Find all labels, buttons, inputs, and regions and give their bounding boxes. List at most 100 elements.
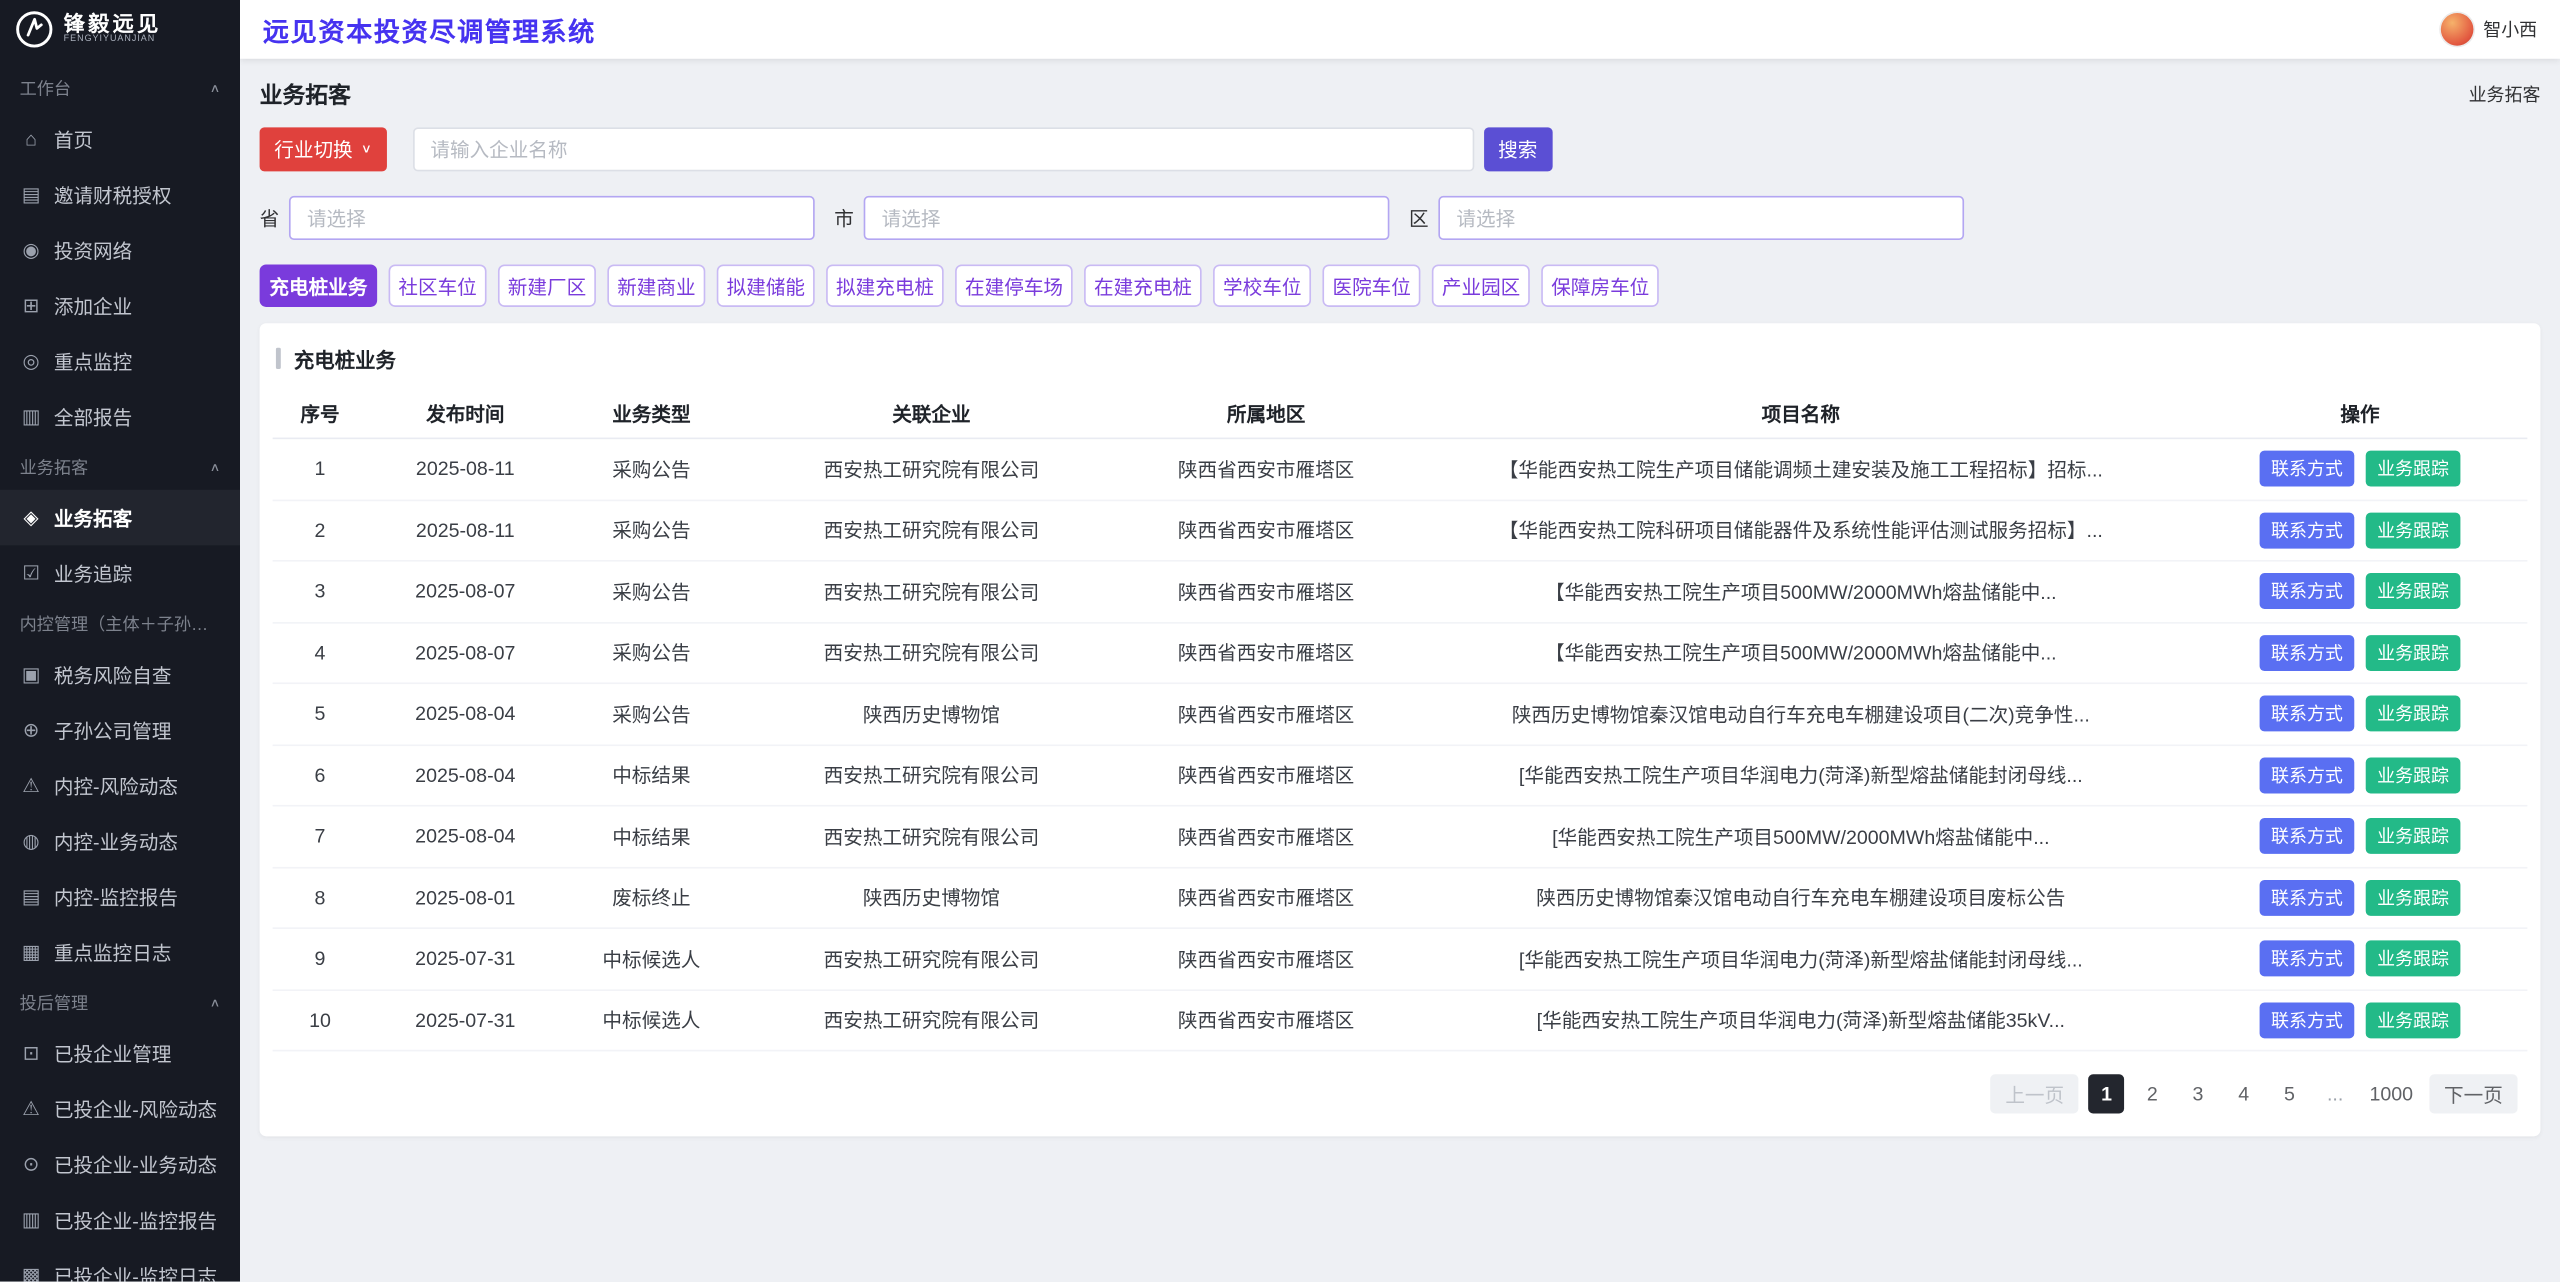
category-tab-affordable-housing-parking[interactable]: 保障房车位	[1542, 264, 1660, 306]
table-row: 8 2025-08-01 废标终止 陕西历史博物馆 陕西省西安市雁塔区 陕西历史…	[273, 868, 2528, 929]
sidebar-entry-key-monitoring[interactable]: ◎ 重点监控	[0, 333, 240, 389]
category-tab-planned-energy-storage[interactable]: 拟建储能	[717, 264, 815, 306]
table-row: 4 2025-08-07 采购公告 西安热工研究院有限公司 陕西省西安市雁塔区 …	[273, 623, 2528, 684]
pager-button-page-4[interactable]: 4	[2226, 1074, 2262, 1113]
track-button[interactable]: 业务跟踪	[2366, 757, 2461, 793]
sidebar-entry-invested-monitor-log[interactable]: ▩ 已投企业-监控日志	[0, 1247, 240, 1282]
contact-button[interactable]: 联系方式	[2260, 512, 2355, 548]
sidebar-entry-invested-monitor-report[interactable]: ▥ 已投企业-监控报告	[0, 1192, 240, 1248]
track-button[interactable]: 业务跟踪	[2366, 818, 2461, 854]
search-row: 行业切换 ∨ 搜索	[240, 127, 2560, 171]
sidebar-entry-post-investment-section[interactable]: 投后管理 ∧	[0, 980, 240, 1026]
user-menu[interactable]: 智小西	[2441, 13, 2537, 46]
sidebar-entry-internal-control-section[interactable]: 内控管理（主体＋子孙公司）	[0, 601, 240, 647]
cell-project-name: 陕西历史博物馆秦汉馆电动自行车充电车棚建设项目(二次)竞争性...	[1409, 700, 2193, 728]
sidebar-entry-workbench-section[interactable]: 工作台 ∧	[0, 65, 240, 111]
province-select[interactable]	[289, 196, 815, 240]
sidebar-entry-business-tracking[interactable]: ☑ 业务追踪	[0, 545, 240, 601]
contact-button[interactable]: 联系方式	[2260, 941, 2355, 977]
contact-button[interactable]: 联系方式	[2260, 635, 2355, 671]
cell-publish-date: 2025-08-07	[367, 580, 563, 603]
pager-button-page-1000[interactable]: 1000	[2363, 1074, 2420, 1113]
cell-region: 陕西省西安市雁塔区	[1123, 822, 1409, 850]
pager-button-next[interactable]: 下一页	[2429, 1074, 2517, 1113]
sidebar-entry-all-reports[interactable]: ▥ 全部报告	[0, 389, 240, 445]
category-tab-community-parking[interactable]: 社区车位	[389, 264, 487, 306]
sidebar-entry-invested-business-dynamics[interactable]: ⊙ 已投企业-业务动态	[0, 1136, 240, 1192]
cell-actions: 联系方式 业务跟踪	[2193, 451, 2528, 487]
logo[interactable]: 锋毅远见 FENGYIYUANJIAN	[0, 0, 240, 59]
sidebar-entry-ic-risk-dynamics[interactable]: ⚠ 内控-风险动态	[0, 758, 240, 814]
sidebar-entry-key-monitor-log[interactable]: ▦ 重点监控日志	[0, 924, 240, 980]
contact-button[interactable]: 联系方式	[2260, 696, 2355, 732]
cell-company: 西安热工研究院有限公司	[740, 455, 1124, 483]
sidebar-entry-label: 已投企业-风险动态	[54, 1095, 217, 1123]
pager-button-page-5[interactable]: 5	[2271, 1074, 2307, 1113]
category-tab-industrial-park[interactable]: 产业园区	[1432, 264, 1530, 306]
search-button[interactable]: 搜索	[1483, 127, 1552, 171]
cell-actions: 联系方式 业务跟踪	[2193, 757, 2528, 793]
chevron-up-icon: ∧	[210, 995, 221, 1009]
sidebar-entry-invested-management[interactable]: ⊡ 已投企业管理	[0, 1025, 240, 1081]
pager-button-page-3[interactable]: 3	[2180, 1074, 2216, 1113]
sidebar-entry-label: 已投企业-监控日志	[54, 1261, 217, 1282]
sidebar-entry-label: 业务拓客	[20, 455, 89, 479]
sidebar-entry-icon: ◈	[20, 506, 43, 529]
content-column: 远见资本投资尽调管理系统 智小西 业务拓客 业务拓客 行业切换 ∨ 搜索	[240, 0, 2560, 1282]
sidebar-entry-label: 内控-风险动态	[54, 771, 178, 799]
category-tab-charging-under-construction[interactable]: 在建充电桩	[1084, 264, 1202, 306]
sidebar-entry-icon: ▥	[20, 405, 43, 428]
category-tab-planned-charging-pile[interactable]: 拟建充电桩	[826, 264, 944, 306]
pager-button-page-2[interactable]: 2	[2134, 1074, 2170, 1113]
column-header: 项目名称	[1409, 400, 2193, 428]
sidebar-entry-add-company[interactable]: ⊞ 添加企业	[0, 278, 240, 334]
track-button[interactable]: 业务跟踪	[2366, 573, 2461, 609]
contact-button[interactable]: 联系方式	[2260, 880, 2355, 916]
sidebar-entry-ic-monitor-report[interactable]: ▤ 内控-监控报告	[0, 869, 240, 925]
district-filter: 区	[1409, 196, 1964, 240]
category-tab-new-commercial[interactable]: 新建商业	[607, 264, 705, 306]
track-button[interactable]: 业务跟踪	[2366, 451, 2461, 487]
cell-project-name: 【华能西安热工院生产项目储能调频土建安装及施工工程招标】招标...	[1409, 455, 2193, 483]
contact-button[interactable]: 联系方式	[2260, 451, 2355, 487]
city-select[interactable]	[864, 196, 1390, 240]
category-tab-school-parking[interactable]: 学校车位	[1213, 264, 1311, 306]
category-tab-new-factory[interactable]: 新建厂区	[498, 264, 596, 306]
industry-switch-button[interactable]: 行业切换 ∨	[260, 127, 387, 171]
company-search-input[interactable]	[412, 127, 1473, 171]
contact-button[interactable]: 联系方式	[2260, 573, 2355, 609]
category-tab-charging-pile-business[interactable]: 充电桩业务	[260, 264, 378, 306]
logo-text: 锋毅远见 FENGYIYUANJIAN	[64, 14, 162, 46]
track-button[interactable]: 业务跟踪	[2366, 635, 2461, 671]
sidebar-entry-home[interactable]: ⌂ 首页	[0, 111, 240, 167]
cell-index: 4	[273, 641, 368, 664]
cell-publish-date: 2025-08-11	[367, 458, 563, 481]
sidebar-entry-investment-network[interactable]: ◉ 投资网络	[0, 222, 240, 278]
track-button[interactable]: 业务跟踪	[2366, 941, 2461, 977]
column-header: 业务类型	[563, 400, 739, 428]
contact-button[interactable]: 联系方式	[2260, 1002, 2355, 1038]
sidebar-entry-subsidiary-management[interactable]: ⊕ 子孙公司管理	[0, 702, 240, 758]
table-row: 10 2025-07-31 中标候选人 西安热工研究院有限公司 陕西省西安市雁塔…	[273, 990, 2528, 1051]
cell-region: 陕西省西安市雁塔区	[1123, 700, 1409, 728]
sidebar-entry-business-expansion[interactable]: ◈ 业务拓客	[0, 490, 240, 546]
sidebar-entry-ic-business-dynamics[interactable]: ◍ 内控-业务动态	[0, 813, 240, 869]
track-button[interactable]: 业务跟踪	[2366, 880, 2461, 916]
sidebar-entry-business-expansion-section[interactable]: 业务拓客 ∧	[0, 444, 240, 490]
sidebar-entry-icon: ⊞	[20, 294, 43, 317]
track-button[interactable]: 业务跟踪	[2366, 696, 2461, 732]
track-button[interactable]: 业务跟踪	[2366, 512, 2461, 548]
category-tab-hospital-parking[interactable]: 医院车位	[1323, 264, 1421, 306]
contact-button[interactable]: 联系方式	[2260, 818, 2355, 854]
sidebar-entry-invite-tax-auth[interactable]: ▤ 邀请财税授权	[0, 167, 240, 223]
district-select[interactable]	[1438, 196, 1964, 240]
pager-button-page-1[interactable]: 1	[2089, 1074, 2125, 1113]
sidebar-entry-invested-risk-dynamics[interactable]: ⚠ 已投企业-风险动态	[0, 1081, 240, 1137]
sidebar-entry-tax-risk-self-check[interactable]: ▣ 税务风险自查	[0, 647, 240, 703]
contact-button[interactable]: 联系方式	[2260, 757, 2355, 793]
cell-project-name: [华能西安热工院生产项目华润电力(菏泽)新型熔盐储能35kV...	[1409, 1006, 2193, 1034]
sidebar-entry-label: 内控-监控报告	[54, 882, 178, 910]
sidebar-entry-label: 添加企业	[54, 291, 132, 319]
track-button[interactable]: 业务跟踪	[2366, 1002, 2461, 1038]
category-tab-parking-under-construction[interactable]: 在建停车场	[955, 264, 1073, 306]
